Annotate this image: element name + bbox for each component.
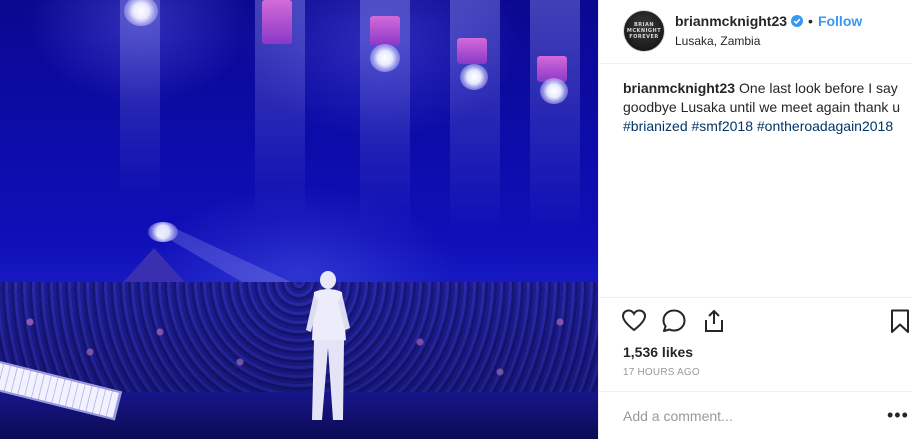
comment-area: •••: [599, 391, 912, 439]
heart-icon[interactable]: [621, 308, 647, 334]
separator-dot: •: [808, 13, 813, 29]
comment-input[interactable]: [623, 406, 863, 426]
post-caption: brianmcknight23 One last look before I sa…: [623, 79, 903, 136]
verified-badge-icon: [791, 15, 804, 27]
follow-button[interactable]: Follow: [818, 13, 862, 29]
hashtag-link[interactable]: #smf2018: [692, 118, 753, 134]
comment-icon[interactable]: [661, 308, 687, 334]
performer-figure: [306, 271, 350, 420]
more-options-icon[interactable]: •••: [887, 406, 909, 424]
avatar[interactable]: BRIAN MCKNIGHT FOREVER: [623, 10, 665, 52]
username-link[interactable]: brianmcknight23: [675, 13, 787, 29]
hashtag-link[interactable]: #brianized: [623, 118, 688, 134]
location-link[interactable]: Lusaka, Zambia: [675, 34, 760, 48]
likes-count[interactable]: 1,536 likes: [623, 344, 693, 360]
caption-username[interactable]: brianmcknight23: [623, 80, 735, 96]
share-icon[interactable]: [701, 308, 727, 334]
avatar-text: BRIAN MCKNIGHT FOREVER: [626, 22, 662, 40]
post-header: BRIAN MCKNIGHT FOREVER brianmcknight23 •…: [599, 0, 912, 64]
post-photo[interactable]: [0, 0, 598, 439]
post-timestamp[interactable]: 17 HOURS AGO: [623, 367, 700, 378]
bookmark-icon[interactable]: [887, 308, 912, 334]
username-row: brianmcknight23 • Follow: [675, 13, 862, 29]
post-sidebar: BRIAN MCKNIGHT FOREVER brianmcknight23 •…: [598, 0, 912, 439]
hashtag-link[interactable]: #ontheroadagain2018: [757, 118, 893, 134]
